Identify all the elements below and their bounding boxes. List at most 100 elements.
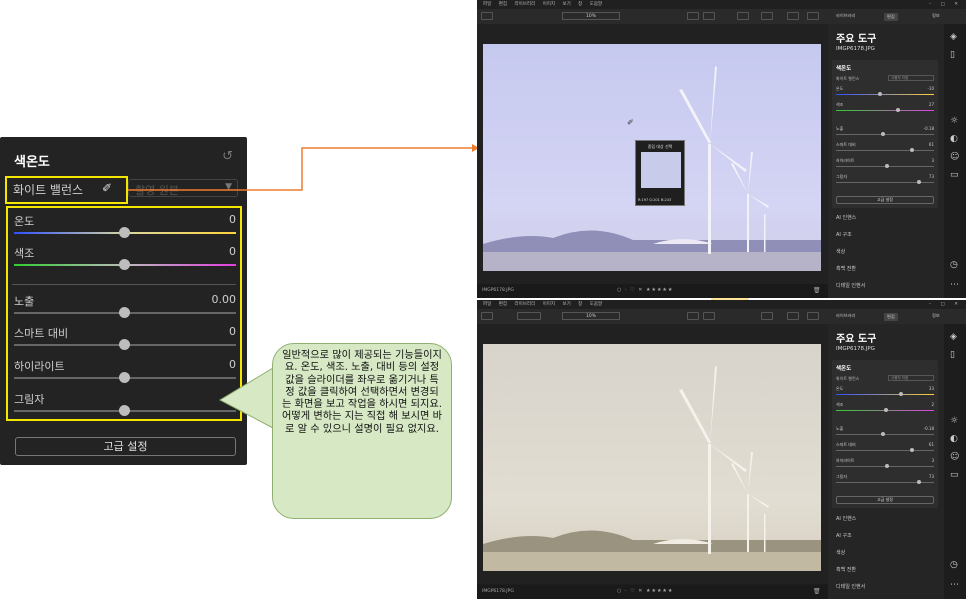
slider-temperature[interactable]: 온도 -10 <box>836 86 934 100</box>
zoom-select[interactable]: 10% <box>562 312 620 320</box>
menu-file[interactable]: 파일 <box>483 2 491 7</box>
advanced-settings-button[interactable]: 고급 설정 <box>15 437 236 456</box>
slider-tint[interactable]: 색조 27 <box>836 102 934 116</box>
menu-view[interactable]: 보기 <box>562 2 570 7</box>
slider-knob[interactable] <box>917 480 922 484</box>
image-canvas[interactable] <box>477 324 828 584</box>
add-button[interactable] <box>481 12 493 20</box>
compare-icon[interactable]: ▯ <box>950 50 955 60</box>
slider-temperature[interactable]: 온도 33 <box>836 386 934 400</box>
menu-library[interactable]: 라이브러리 <box>514 2 535 7</box>
panel-item-bw[interactable]: 흑백 전환 <box>836 566 856 573</box>
menu-edit[interactable]: 편집 <box>499 2 507 7</box>
eye-icon[interactable] <box>687 312 699 320</box>
panel-item-bw[interactable]: 흑백 전환 <box>836 265 856 272</box>
slider-knob[interactable] <box>878 92 883 96</box>
slider-knob[interactable] <box>881 132 886 136</box>
white-balance-select[interactable]: 촬영 원본 ▼ <box>128 179 238 197</box>
slider-knob[interactable] <box>910 448 915 452</box>
compare-icon[interactable]: ▯ <box>950 350 955 360</box>
tab-library[interactable]: 라이브러리 <box>836 13 855 19</box>
tab-library[interactable]: 라이브러리 <box>836 313 855 319</box>
edit-count-button[interactable] <box>517 312 541 320</box>
window-controls[interactable]: – □ ✕ <box>929 300 962 309</box>
slider-knob[interactable] <box>884 164 889 168</box>
raw-icon[interactable]: ▭ <box>950 470 959 480</box>
panel-item-ai-enhance[interactable]: AI 인핸스 <box>836 515 856 522</box>
slider-highlights[interactable]: 하이라이트 3 <box>836 158 934 172</box>
wb-select[interactable]: 사용자 지정 <box>888 75 934 81</box>
history-icon[interactable]: ◷ <box>950 260 958 270</box>
panel-item-color[interactable]: 색상 <box>836 248 845 255</box>
tab-edit[interactable]: 편집 <box>884 13 898 21</box>
slider-knob[interactable] <box>895 108 900 112</box>
face-icon[interactable]: ☺ <box>950 452 959 462</box>
photo-windmills-warm[interactable] <box>483 344 821 571</box>
panel-item-color[interactable]: 색상 <box>836 549 845 556</box>
panel-item-ai-structure[interactable]: AI 구조 <box>836 532 852 539</box>
slider-knob[interactable] <box>883 408 888 412</box>
layers-icon[interactable]: ◈ <box>950 32 957 42</box>
face-icon[interactable]: ☺ <box>950 152 959 162</box>
rotate-icon[interactable] <box>761 12 773 20</box>
layers-icon[interactable]: ◈ <box>950 332 957 342</box>
menu-view[interactable]: 보기 <box>562 302 570 307</box>
menu-edit[interactable]: 편집 <box>499 302 507 307</box>
more-icon[interactable]: ⋯ <box>950 580 959 590</box>
eye-icon[interactable] <box>687 12 699 20</box>
split-view-icon[interactable] <box>787 12 799 20</box>
menu-help[interactable]: 도움말 <box>590 302 602 307</box>
slider-knob[interactable] <box>881 432 886 436</box>
panel-item-ai-structure[interactable]: AI 구조 <box>836 231 852 238</box>
slider-track[interactable] <box>836 434 934 435</box>
rotate-icon[interactable] <box>761 312 773 320</box>
menu-help[interactable]: 도움말 <box>590 2 602 7</box>
single-view-icon[interactable] <box>807 12 819 20</box>
trash-icon[interactable]: 🗑 <box>813 588 821 595</box>
more-icon[interactable]: ⋯ <box>950 280 959 290</box>
panel-item-detail[interactable]: 디테일 인핸서 <box>836 282 865 289</box>
slider-exposure[interactable]: 노출 -0.18 <box>836 426 934 440</box>
slider-exposure[interactable]: 노출 -0.18 <box>836 126 934 140</box>
history-icon[interactable]: ◷ <box>950 560 958 570</box>
wb-select[interactable]: 사용자 지정 <box>888 375 934 381</box>
slider-highlights[interactable]: 하이라이트 3 <box>836 458 934 472</box>
menu-window[interactable]: 창 <box>578 302 582 307</box>
window-controls[interactable]: – □ ✕ <box>929 0 962 9</box>
menu-window[interactable]: 창 <box>578 2 582 7</box>
tab-info[interactable]: 정보 <box>932 313 940 319</box>
slider-knob[interactable] <box>910 148 915 152</box>
slider-track[interactable] <box>836 150 934 151</box>
rating-stars[interactable]: ○ · ♡ ✕ ★★★★★ <box>617 588 673 594</box>
slider-knob[interactable] <box>898 392 903 396</box>
slider-smart-contrast[interactable]: 스마트 대비 61 <box>836 142 934 156</box>
menu-image[interactable]: 이미지 <box>543 302 555 307</box>
menu-image[interactable]: 이미지 <box>543 2 555 7</box>
panel-item-detail[interactable]: 디테일 인핸서 <box>836 583 865 590</box>
single-view-icon[interactable] <box>807 312 819 320</box>
raw-icon[interactable]: ▭ <box>950 170 959 180</box>
menu-file[interactable]: 파일 <box>483 302 491 307</box>
reset-icon[interactable]: ↺ <box>222 149 233 164</box>
zoom-select[interactable]: 10% <box>562 12 620 20</box>
tab-edit[interactable]: 편집 <box>884 313 898 321</box>
slider-track[interactable] <box>836 450 934 451</box>
slider-shadows[interactable]: 그림자 73 <box>836 174 934 188</box>
sun-icon[interactable]: ☼ <box>950 416 958 426</box>
add-button[interactable] <box>481 312 493 320</box>
palette-icon[interactable]: ◐ <box>950 134 958 144</box>
slider-knob[interactable] <box>884 464 889 468</box>
slider-smart-contrast[interactable]: 스마트 대비 61 <box>836 442 934 456</box>
image-canvas[interactable]: 중립 대상 선택 R:197 G:201 B:243 ✐ <box>477 24 828 284</box>
tab-info[interactable]: 정보 <box>932 13 940 19</box>
sun-icon[interactable]: ☼ <box>950 116 958 126</box>
rating-stars[interactable]: ○ · ♡ ✕ ★★★★★ <box>617 287 673 293</box>
compare-icon[interactable] <box>703 12 715 20</box>
advanced-settings-button[interactable]: 고급 설정 <box>836 196 934 204</box>
slider-tint[interactable]: 색조 2 <box>836 402 934 416</box>
slider-track[interactable] <box>836 110 934 111</box>
crop-icon[interactable] <box>737 12 749 20</box>
slider-track[interactable] <box>836 134 934 135</box>
slider-track[interactable] <box>836 394 934 395</box>
slider-track[interactable] <box>836 94 934 95</box>
